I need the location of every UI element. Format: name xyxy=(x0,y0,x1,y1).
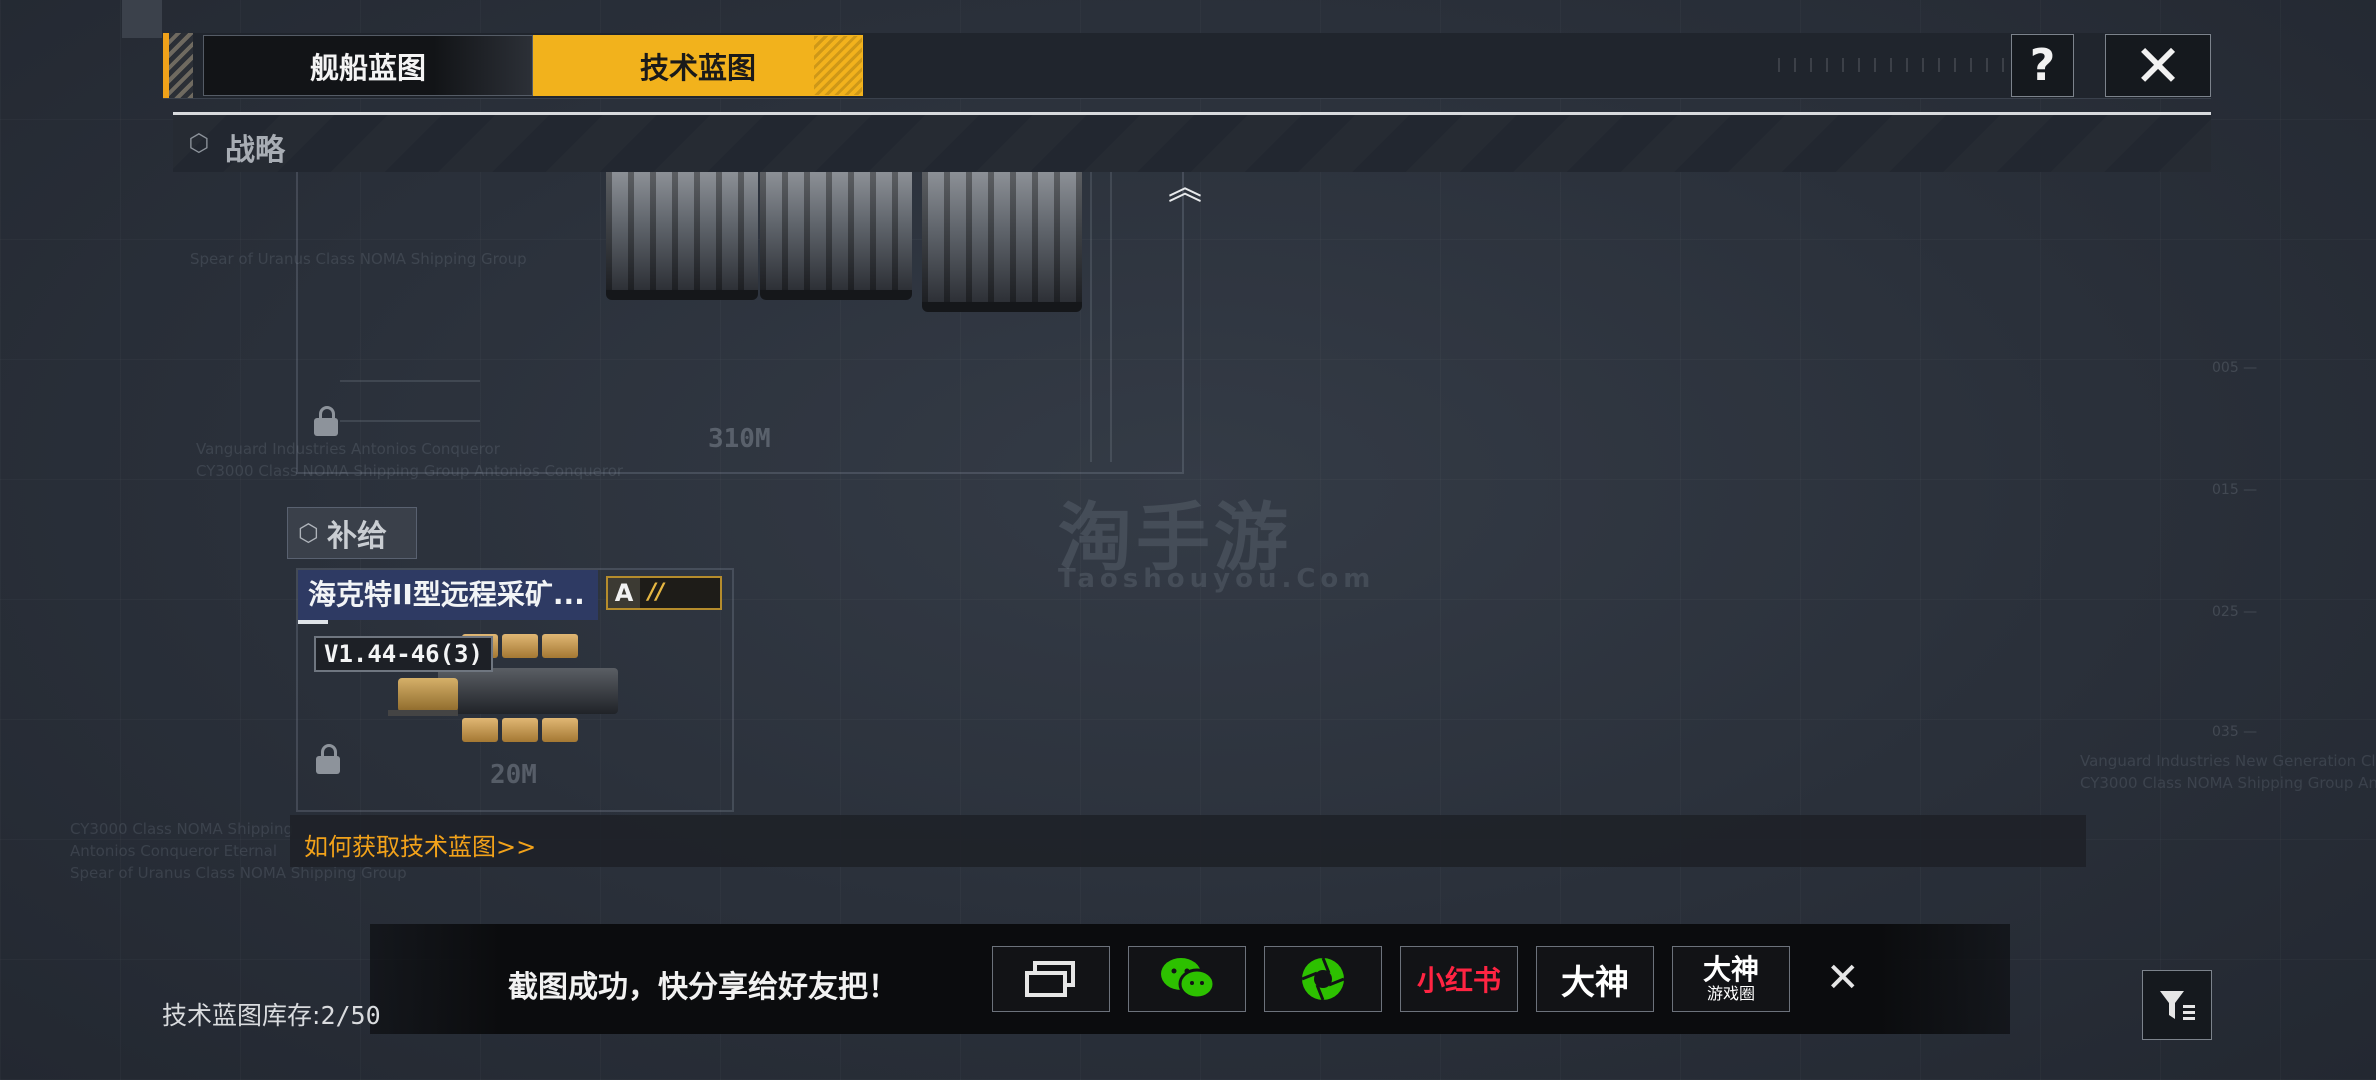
ship-gun xyxy=(388,710,458,716)
share-message: 截图成功，快分享给好友把！ xyxy=(508,970,898,1005)
howto-link[interactable]: 如何获取技术蓝图>> xyxy=(304,827,536,862)
dashen-circle-sublabel: 游戏圈 xyxy=(1706,984,1755,1003)
dashen-circle-logo: 大神 xyxy=(1702,953,1759,986)
moments-icon xyxy=(1301,957,1345,1001)
bg-decoration-text: Antonios Conqueror Eternal xyxy=(70,842,277,860)
ship-module-image xyxy=(760,172,912,300)
bg-decoration-text: CY3000 Class NOMA Shipping xyxy=(70,820,293,838)
share-screenshot-button[interactable] xyxy=(992,946,1110,1012)
title-underline xyxy=(298,620,328,624)
top-tab-bar: 舰船蓝图 技术蓝图 xyxy=(163,33,2211,99)
close-button[interactable]: ✕ xyxy=(2105,31,2211,100)
wechat-icon xyxy=(1161,958,1216,1000)
share-wechat-button[interactable] xyxy=(1128,946,1246,1012)
corner-decoration xyxy=(122,0,162,38)
share-xiaohongshu-button[interactable]: 小红书 xyxy=(1400,946,1518,1012)
watermark-url: Taoshouyou.Com xyxy=(1058,564,1376,594)
section-label: 战略 xyxy=(225,133,285,168)
close-icon: ✕ xyxy=(2133,31,2183,100)
section-header-strategy[interactable]: ⬡ 战略 xyxy=(173,112,2211,172)
howto-bar: 如何获取技术蓝图>> xyxy=(290,815,2086,867)
chevron-up-icon[interactable]: ︽ xyxy=(1168,171,1202,205)
version-tag: V1.44-46(3) xyxy=(314,636,493,672)
ship-nose xyxy=(398,678,458,712)
category-label: 补给 xyxy=(326,519,387,554)
inventory-label: 技术蓝图库存: xyxy=(162,1001,321,1030)
item-name: 海克特II型远程采矿... xyxy=(298,570,598,620)
bg-decoration-text: CY3000 Class NOMA Shipping Group Antonio… xyxy=(2080,774,2376,792)
grade-marks: // xyxy=(648,580,665,605)
share-toast: 截图成功，快分享给好友把！ 小红书 大神 大神 游戏圈 ✕ xyxy=(370,924,2010,1034)
blueprint-dimension: 20M xyxy=(490,760,537,790)
ship-module-image xyxy=(922,172,1082,312)
category-tag-supply: ⬡ 补给 xyxy=(287,507,417,559)
filter-icon xyxy=(2160,991,2195,1020)
blueprint-line xyxy=(340,420,480,422)
share-dashen-circle-button[interactable]: 大神 游戏圈 xyxy=(1672,946,1790,1012)
cargo-pod xyxy=(462,718,498,742)
help-button[interactable]: ? xyxy=(2011,34,2074,97)
blueprint-card-mining-ship[interactable]: 海克特II型远程采矿... A // V1.44-46(3) 20M xyxy=(296,568,734,812)
share-moments-button[interactable] xyxy=(1264,946,1382,1012)
hexagon-icon: ⬡ xyxy=(188,129,210,157)
cargo-pod xyxy=(502,718,538,742)
blueprint-line xyxy=(340,380,480,382)
tab-ship-blueprint[interactable]: 舰船蓝图 xyxy=(203,35,533,96)
hexagon-icon: ⬡ xyxy=(298,519,319,547)
inventory-counter: 技术蓝图库存:2/50 xyxy=(162,996,381,1032)
accent-stripe xyxy=(163,33,193,98)
cargo-pod xyxy=(542,634,578,658)
cargo-pod xyxy=(502,634,538,658)
share-close-icon[interactable]: ✕ xyxy=(1826,958,1860,998)
ship-hull xyxy=(438,668,618,714)
side-mark: 015 — xyxy=(2212,482,2258,498)
ship-module-image xyxy=(606,172,758,300)
side-mark: 025 — xyxy=(2212,604,2258,620)
cargo-pod xyxy=(542,718,578,742)
share-dashen-button[interactable]: 大神 xyxy=(1536,946,1654,1012)
inventory-value: 2/50 xyxy=(320,1001,381,1030)
decorative-dots xyxy=(1778,58,2018,72)
question-icon: ? xyxy=(2029,40,2056,91)
screen-share-icon xyxy=(1025,961,1075,997)
blueprint-line xyxy=(1110,172,1112,462)
tab-tech-blueprint[interactable]: 技术蓝图 xyxy=(533,35,863,96)
side-mark: 035 — xyxy=(2212,724,2258,740)
side-mark: 005 — xyxy=(2212,360,2258,376)
grade-letter: A xyxy=(608,578,640,608)
grade-badge: A // xyxy=(606,576,722,610)
lock-icon xyxy=(316,744,340,774)
lock-icon xyxy=(314,406,338,436)
blueprint-dimension: 310M xyxy=(708,424,771,454)
blueprint-line xyxy=(1090,172,1092,462)
xiaohongshu-logo: 小红书 xyxy=(1416,964,1501,997)
filter-button[interactable] xyxy=(2142,970,2212,1040)
bg-decoration-text: Vanguard Industries New Generation Class xyxy=(2080,752,2376,770)
dashen-logo: 大神 xyxy=(1561,962,1629,1003)
